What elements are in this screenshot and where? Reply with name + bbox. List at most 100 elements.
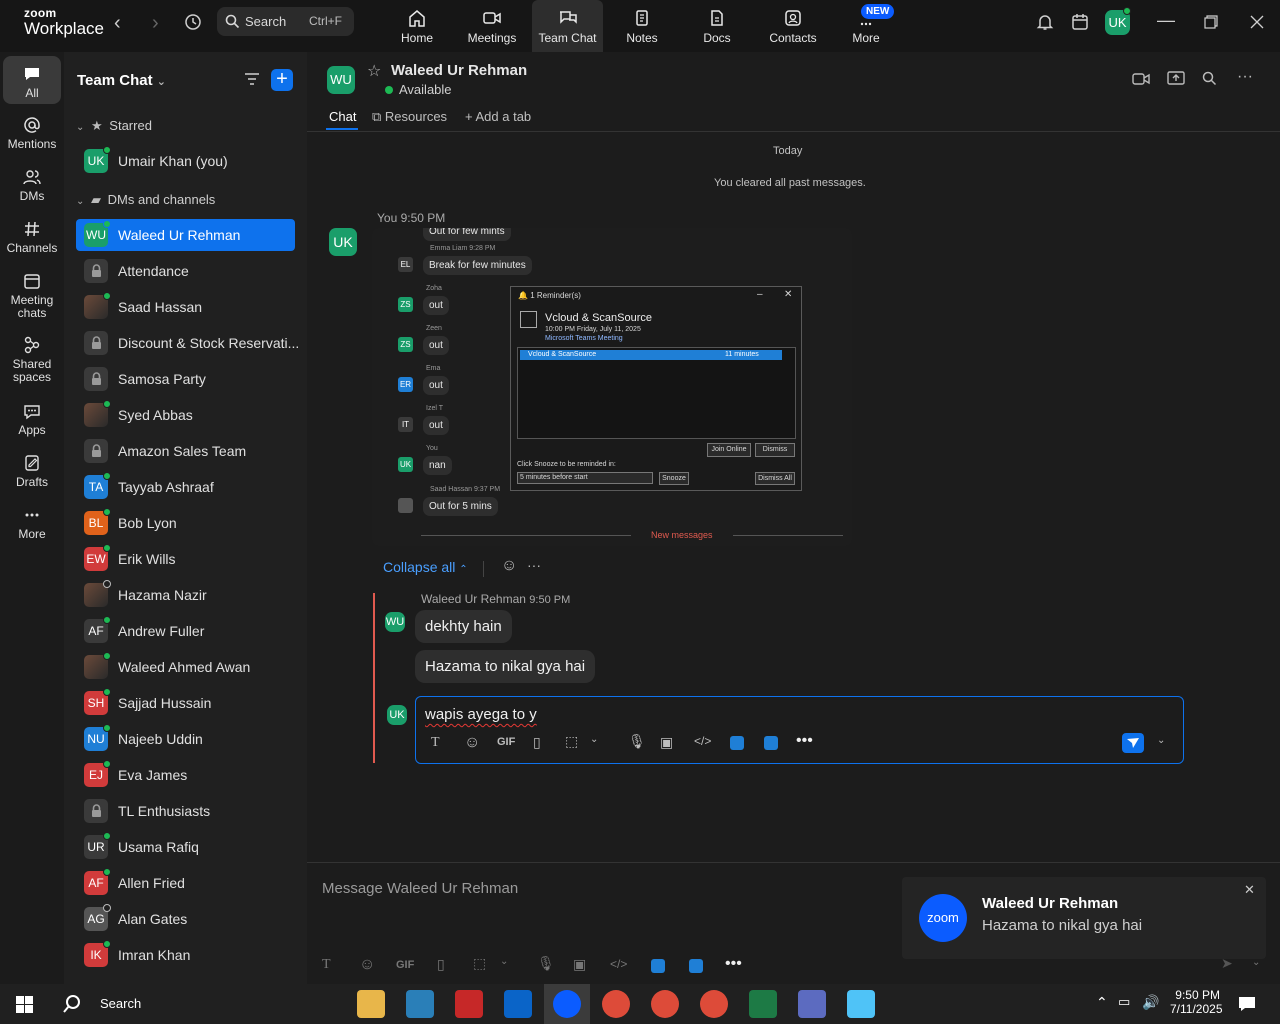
sidebar-item[interactable]: EW Erik Wills — [76, 543, 295, 575]
tab-meetings[interactable]: Meetings — [465, 0, 519, 52]
sidebar-item[interactable]: Waleed Ahmed Awan — [76, 651, 295, 683]
tab-docs[interactable]: Docs — [697, 0, 737, 52]
message-input-placeholder[interactable]: Message Waleed Ur Rehman — [322, 880, 518, 897]
tab-add[interactable]: + Add a tab — [465, 109, 531, 124]
sidebar-item[interactable]: Saad Hassan — [76, 291, 295, 323]
rail-item-dms[interactable]: DMs — [0, 168, 64, 203]
restore-icon[interactable] — [1204, 15, 1218, 34]
calendar-icon[interactable] — [1071, 13, 1089, 36]
composer-text[interactable]: wapis ayega to y — [425, 706, 537, 723]
tray-chevron-up-icon[interactable]: ⌃ — [1096, 994, 1108, 1011]
sidebar-item[interactable]: Amazon Sales Team — [76, 435, 295, 467]
zoom-taskbar-icon[interactable] — [553, 990, 581, 1018]
bottom-emoji-icon[interactable]: ☺ — [359, 956, 375, 974]
collapse-all-button[interactable]: Collapse all ⌃ — [383, 559, 468, 575]
bell-icon[interactable] — [1036, 13, 1054, 36]
file-explorer-icon[interactable] — [357, 990, 385, 1018]
bottom-microphone-icon[interactable]: 🎙 — [537, 955, 555, 972]
clock[interactable]: 9:50 PM 7/11/2025 — [1170, 988, 1223, 1016]
message-more-icon[interactable]: ··· — [527, 557, 541, 573]
notification-toast[interactable]: zoom Waleed Ur Rehman Hazama to nikal gy… — [902, 877, 1266, 959]
reaction-icon[interactable]: ☺ — [501, 557, 517, 575]
more-tools-icon[interactable]: ••• — [796, 732, 813, 750]
send-options-chevron-icon[interactable]: ⌄ — [1157, 735, 1165, 746]
bottom-file-icon[interactable]: ▯ — [437, 956, 445, 973]
calculator-icon[interactable] — [798, 990, 826, 1018]
sidebar-title[interactable]: Team Chat ⌄ — [77, 72, 166, 89]
bottom-text-format-icon[interactable]: T — [322, 957, 331, 973]
rail-item-all[interactable]: All — [0, 65, 64, 100]
tab-chat[interactable]: Chat — [329, 109, 356, 124]
rail-item-meeting-chats[interactable]: Meeting chats — [0, 272, 64, 320]
app-icon-2[interactable] — [764, 736, 778, 750]
star-outline-icon[interactable]: ☆ — [367, 61, 381, 81]
sidebar-item[interactable]: Hazama Nazir — [76, 579, 295, 611]
sidebar-item[interactable]: SH Sajjad Hussain — [76, 687, 295, 719]
sidebar-item[interactable]: UR Usama Rafiq — [76, 831, 295, 863]
windows-start-icon[interactable] — [16, 996, 33, 1018]
chrome-icon-1[interactable] — [602, 990, 630, 1018]
bottom-screenshot-icon[interactable]: ⬚ — [473, 955, 486, 972]
file-icon[interactable]: ▯ — [533, 734, 541, 751]
sidebar-item[interactable]: IK Imran Khan — [76, 939, 295, 971]
sidebar-item[interactable]: AF Andrew Fuller — [76, 615, 295, 647]
tab-team-chat[interactable]: Team Chat — [532, 0, 603, 52]
taskbar-search-icon[interactable] — [62, 994, 82, 1019]
sidebar-item[interactable]: Attendance — [76, 255, 295, 287]
volume-icon[interactable]: 🔊 — [1142, 994, 1159, 1011]
contact-avatar[interactable]: WU — [327, 66, 355, 94]
rail-item-apps[interactable]: Apps — [0, 402, 64, 437]
filter-icon[interactable] — [244, 72, 260, 91]
gif-icon[interactable]: GIF — [497, 736, 515, 748]
bottom-app-icon-2[interactable] — [689, 959, 703, 973]
new-chat-button[interactable]: + — [271, 69, 293, 91]
rail-item-more[interactable]: More — [0, 506, 64, 541]
taskbar-app-icon[interactable] — [406, 990, 434, 1018]
dms-section-header[interactable]: ⌄ ▰ DMs and channels — [76, 192, 215, 208]
bottom-app-icon-1[interactable] — [651, 959, 665, 973]
taskbar-search-label[interactable]: Search — [100, 996, 141, 1011]
sidebar-item[interactable]: Syed Abbas — [76, 399, 295, 431]
back-arrow-icon[interactable]: ‹ — [114, 12, 121, 35]
sidebar-item[interactable]: Discount & Stock Reservati... — [76, 327, 299, 359]
microphone-icon[interactable]: 🎙 — [628, 733, 646, 750]
thread-reply-composer[interactable]: wapis ayega to y T ☺ GIF ▯ ⬚ ⌄ 🎙 ▣ </> •… — [415, 696, 1184, 764]
more-options-icon[interactable]: ··· — [1237, 68, 1253, 86]
starred-section-header[interactable]: ⌄ ★ Starred — [76, 118, 152, 134]
sidebar-item[interactable]: UK Umair Khan (you) — [76, 145, 295, 177]
video-call-icon[interactable] — [1132, 72, 1150, 91]
outlook-icon[interactable] — [504, 990, 532, 1018]
sidebar-item[interactable]: EJ Eva James — [76, 759, 295, 791]
sidebar-item[interactable]: AG Alan Gates — [76, 903, 295, 935]
toast-close-icon[interactable]: ✕ — [1244, 882, 1255, 898]
tab-resources[interactable]: ⧉ Resources — [372, 109, 447, 125]
reply-bubble-1[interactable]: dekhty hain — [415, 610, 512, 643]
rail-item-shared-spaces[interactable]: Shared spaces — [0, 336, 64, 384]
tab-home[interactable]: Home — [392, 0, 442, 52]
forward-arrow-icon[interactable]: › — [152, 12, 159, 35]
notification-center-icon[interactable] — [1238, 995, 1256, 1018]
rail-item-mentions[interactable]: Mentions — [0, 116, 64, 151]
close-icon[interactable] — [1250, 15, 1264, 34]
sidebar-item[interactable]: TA Tayyab Ashraaf — [76, 471, 295, 503]
search-icon[interactable] — [1202, 71, 1217, 91]
app-icon-1[interactable] — [730, 736, 744, 750]
tab-notes[interactable]: Notes — [620, 0, 664, 52]
taskbar-app-icon-2[interactable] — [847, 990, 875, 1018]
tab-contacts[interactable]: Contacts — [767, 0, 819, 52]
rail-item-drafts[interactable]: Drafts — [0, 454, 64, 489]
bottom-code-icon[interactable]: </> — [610, 957, 627, 971]
screenshot-icon[interactable]: ⬚ — [565, 733, 578, 750]
history-icon[interactable] — [184, 13, 202, 36]
sidebar-item[interactable]: Samosa Party — [76, 363, 295, 395]
sidebar-item[interactable]: NU Najeeb Uddin — [76, 723, 295, 755]
minimize-icon[interactable]: — — [1157, 10, 1175, 31]
sidebar-item[interactable]: TL Enthusiasts — [76, 795, 295, 827]
emoji-icon[interactable]: ☺ — [464, 734, 480, 752]
bottom-chevron-down-icon[interactable]: ⌄ — [500, 956, 508, 967]
rail-item-channels[interactable]: Channels — [0, 220, 64, 255]
bottom-video-message-icon[interactable]: ▣ — [573, 956, 586, 973]
search-box[interactable]: Search Ctrl+F — [217, 7, 354, 36]
video-message-icon[interactable]: ▣ — [660, 734, 673, 751]
text-format-icon[interactable]: T — [431, 735, 440, 751]
